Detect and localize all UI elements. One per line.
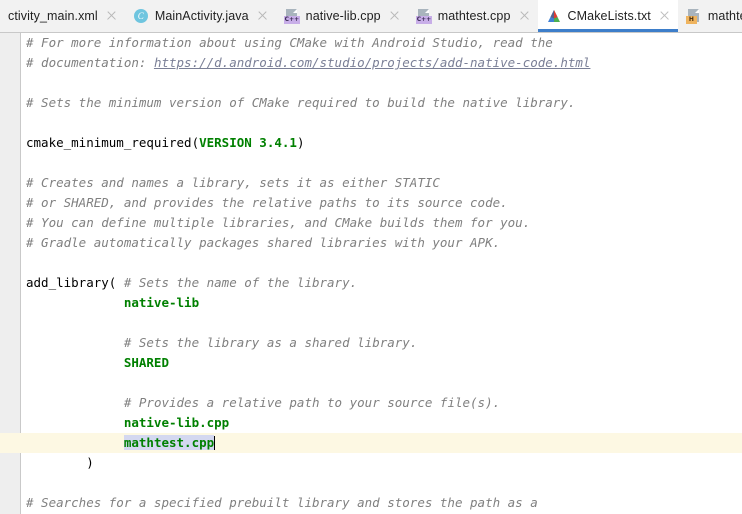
tab-label: ctivity_main.xml	[8, 9, 98, 23]
code-token-num: VERSION 3.4.1	[199, 135, 297, 150]
code-token-kw	[26, 435, 124, 450]
code-line[interactable]: cmake_minimum_required(VERSION 3.4.1)	[0, 133, 742, 153]
code-token-cm: # Sets the minimum version of CMake requ…	[26, 95, 576, 110]
code-line[interactable]: # Gradle automatically packages shared l…	[0, 233, 742, 253]
tab-label: mathtest.cpp	[437, 9, 511, 23]
code-token-cm: # Searches for a specified prebuilt libr…	[26, 495, 538, 510]
tab-label: mathtest.h	[707, 9, 742, 23]
code-line[interactable]: # You can define multiple libraries, and…	[0, 213, 742, 233]
code-line[interactable]: native-lib	[0, 293, 742, 313]
editor-tab-bar: ctivity_main.xml C MainActivity.java C++ nat…	[0, 0, 742, 33]
editor-tab-native-lib-cpp[interactable]: C++ native-lib.cpp	[276, 0, 408, 32]
code-token-kw	[26, 455, 86, 470]
code-token-cm: # Sets the name of the library.	[123, 275, 358, 290]
code-line[interactable]: # Searches for a specified prebuilt libr…	[0, 493, 742, 513]
close-icon[interactable]	[256, 9, 270, 23]
code-content[interactable]: # For more information about using CMake…	[0, 33, 742, 514]
code-line[interactable]: # Sets the minimum version of CMake requ…	[0, 93, 742, 113]
cpp-file-icon: C++	[415, 8, 433, 24]
text-caret	[213, 436, 215, 450]
java-class-icon: C	[133, 8, 149, 24]
code-token-cm: # Sets the library as a shared library.	[123, 335, 418, 350]
code-token-url: https://d.android.com/studio/projects/ad…	[153, 55, 591, 70]
cmake-triangle-icon	[547, 9, 561, 23]
java-class-badge: C	[133, 9, 148, 23]
code-token-paren: )	[86, 455, 94, 470]
code-token-kw: add_library(	[26, 275, 124, 290]
code-line[interactable]: # Sets the library as a shared library.	[0, 333, 742, 353]
code-token-paren: )	[296, 135, 305, 150]
code-line[interactable]	[0, 113, 742, 133]
code-line[interactable]: # Creates and names a library, sets it a…	[0, 173, 742, 193]
code-token-kw	[26, 395, 124, 410]
tab-label: MainActivity.java	[154, 9, 249, 23]
code-editor[interactable]: # For more information about using CMake…	[0, 33, 742, 514]
file-type-badge: H	[685, 16, 697, 24]
code-line[interactable]	[0, 313, 742, 333]
code-token-cm: # You can define multiple libraries, and…	[26, 215, 531, 230]
code-token-kw	[26, 335, 124, 350]
cmake-file-icon	[546, 8, 562, 24]
xml-file-icon	[0, 8, 2, 24]
code-line[interactable]: # Provides a relative path to your sourc…	[0, 393, 742, 413]
code-token-cm: # Gradle automatically packages shared l…	[26, 235, 501, 250]
file-type-badge: C++	[415, 16, 433, 24]
code-token-val: native-lib	[26, 295, 200, 310]
code-line[interactable]: # or SHARED, and provides the relative p…	[0, 193, 742, 213]
tab-label: CMakeLists.txt	[567, 9, 651, 23]
code-line[interactable]	[0, 373, 742, 393]
code-line[interactable]	[0, 153, 742, 173]
code-line[interactable]: native-lib.cpp	[0, 413, 742, 433]
file-type-badge: C++	[283, 16, 301, 24]
code-line[interactable]: SHARED	[0, 353, 742, 373]
code-token-cm: # documentation:	[26, 55, 154, 70]
editor-tab-mathtest-cpp[interactable]: C++ mathtest.cpp	[408, 0, 538, 32]
close-icon[interactable]	[105, 9, 119, 23]
tab-label: native-lib.cpp	[305, 9, 381, 23]
code-line[interactable]: # documentation: https://d.android.com/s…	[0, 53, 742, 73]
code-token-cm: # Creates and names a library, sets it a…	[26, 175, 440, 190]
code-token-val: native-lib.cpp	[26, 415, 230, 430]
code-line[interactable]	[0, 253, 742, 273]
code-token-sel: mathtest.cpp	[123, 435, 215, 450]
editor-tab-cmakelists-txt[interactable]: CMakeLists.txt	[537, 0, 679, 32]
header-file-icon: H	[685, 8, 702, 24]
code-token-kw: cmake_minimum_required(	[26, 135, 200, 150]
code-line-current[interactable]: mathtest.cpp	[0, 433, 742, 453]
code-line[interactable]	[0, 473, 742, 493]
code-line[interactable]	[0, 73, 742, 93]
code-line[interactable]: add_library( # Sets the name of the libr…	[0, 273, 742, 293]
close-icon[interactable]	[658, 9, 672, 23]
code-line[interactable]: )	[0, 453, 742, 473]
code-token-cm: # or SHARED, and provides the relative p…	[26, 195, 508, 210]
code-line[interactable]: # For more information about using CMake…	[0, 33, 742, 53]
code-token-cm: # Provides a relative path to your sourc…	[123, 395, 501, 410]
editor-tab-mathtest-h[interactable]: Hmathtest.h	[678, 0, 742, 32]
cpp-file-icon: C++	[283, 8, 301, 24]
close-icon[interactable]	[518, 9, 532, 23]
code-token-val: SHARED	[26, 355, 169, 370]
editor-tab-mainactivity-java[interactable]: C MainActivity.java	[125, 0, 276, 32]
editor-tab-ctivity-main-xml[interactable]: ctivity_main.xml	[0, 0, 125, 32]
close-icon[interactable]	[388, 9, 402, 23]
code-token-cm: # For more information about using CMake…	[26, 35, 553, 50]
